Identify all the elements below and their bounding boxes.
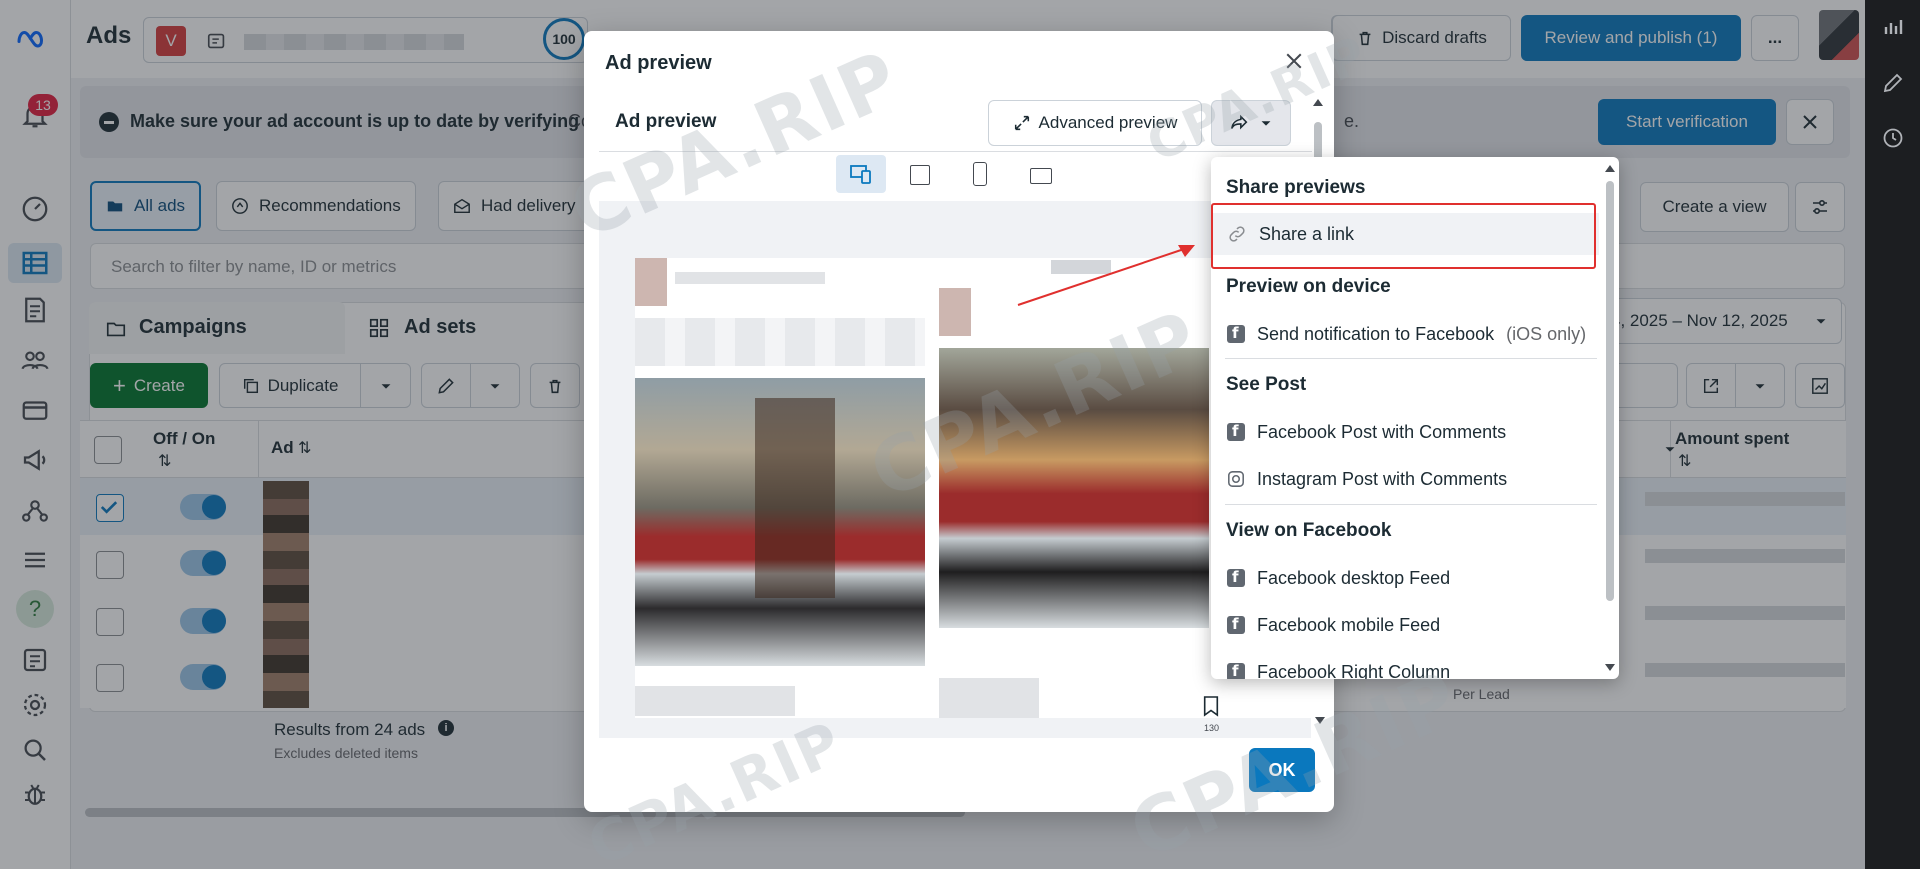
device-desktop-mobile-toggle[interactable] xyxy=(836,155,886,193)
facebook-icon xyxy=(1227,568,1245,587)
facebook-right-column-item[interactable]: Facebook Right Column xyxy=(1211,651,1599,679)
device-phone-icon[interactable] xyxy=(973,162,987,186)
modal-title: Ad preview xyxy=(605,52,712,74)
edit-pencil-icon[interactable] xyxy=(1881,71,1905,95)
right-rail xyxy=(1865,0,1920,869)
desktop-mobile-icon xyxy=(850,165,871,184)
expand-icon xyxy=(1014,115,1029,131)
annotation-arrow xyxy=(1017,245,1195,306)
facebook-mobile-feed-label: Facebook mobile Feed xyxy=(1257,614,1441,635)
facebook-icon xyxy=(1227,324,1245,343)
preview-canvas xyxy=(599,201,1311,738)
facebook-desktop-feed-label: Facebook desktop Feed xyxy=(1257,567,1451,588)
close-icon xyxy=(1286,53,1302,69)
facebook-post-comments-item[interactable]: Facebook Post with Comments xyxy=(1211,411,1599,453)
facebook-icon xyxy=(1227,422,1245,441)
instagram-post-comments-item[interactable]: Instagram Post with Comments xyxy=(1211,458,1599,500)
scroll-down-icon xyxy=(1605,664,1615,671)
ios-only-label: (iOS only) xyxy=(1506,323,1587,344)
scroll-up-icon xyxy=(1313,99,1323,106)
device-square-icon[interactable] xyxy=(910,165,930,185)
preview-card-left xyxy=(635,258,939,718)
ok-button[interactable]: OK xyxy=(1249,748,1315,792)
advanced-preview-label: Advanced preview xyxy=(1038,113,1178,132)
share-dropdown-button[interactable] xyxy=(1211,100,1291,146)
instagram-post-comments-label: Instagram Post with Comments xyxy=(1257,468,1508,489)
facebook-desktop-feed-item[interactable]: Facebook desktop Feed xyxy=(1211,557,1599,599)
bookmark-count: 130 xyxy=(1204,723,1220,733)
scroll-down-icon[interactable] xyxy=(1314,716,1326,726)
share-dropdown-menu: Share previews Share a link Preview on d… xyxy=(1211,157,1619,679)
facebook-icon xyxy=(1227,662,1245,679)
dropdown-scrollbar[interactable] xyxy=(1604,163,1616,673)
section-see-post: See Post xyxy=(1226,374,1307,395)
history-clock-icon[interactable] xyxy=(1881,126,1905,150)
device-landscape-icon[interactable] xyxy=(1030,168,1052,184)
bookmark-icon[interactable] xyxy=(1202,695,1224,717)
send-notification-item[interactable]: Send notification to Facebook (iOS only) xyxy=(1211,313,1599,355)
highlight-box xyxy=(1211,203,1596,269)
share-arrow-icon xyxy=(1230,114,1248,130)
preview-subtitle: Ad preview xyxy=(615,111,717,132)
facebook-right-column-label: Facebook Right Column xyxy=(1257,661,1451,680)
section-view-on-facebook: View on Facebook xyxy=(1226,520,1392,541)
facebook-mobile-feed-item[interactable]: Facebook mobile Feed xyxy=(1211,604,1599,646)
section-preview-on-device: Preview on device xyxy=(1226,276,1391,297)
facebook-post-comments-label: Facebook Post with Comments xyxy=(1257,421,1507,442)
section-share-previews: Share previews xyxy=(1226,177,1366,198)
modal-close-button[interactable] xyxy=(1285,52,1307,74)
advanced-preview-button[interactable]: Advanced preview xyxy=(988,100,1202,146)
facebook-icon xyxy=(1227,615,1245,634)
chevron-down-icon xyxy=(1261,121,1271,126)
scroll-up-icon xyxy=(1605,165,1615,172)
bar-chart-icon[interactable] xyxy=(1881,15,1905,39)
send-notification-label: Send notification to Facebook xyxy=(1257,323,1495,344)
instagram-icon xyxy=(1228,471,1244,487)
